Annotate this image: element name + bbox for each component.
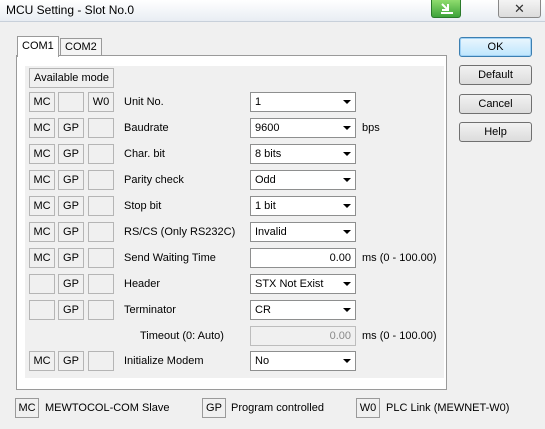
help-button[interactable]: Help bbox=[459, 122, 532, 142]
mode-mc: MC bbox=[29, 196, 55, 216]
mode-mc: MC bbox=[29, 248, 55, 268]
mode-w0 bbox=[88, 196, 114, 216]
mode-mc: MC bbox=[29, 170, 55, 190]
legend-mc-code: MC bbox=[15, 398, 39, 418]
parity-check-value: Odd bbox=[255, 174, 276, 186]
unit-no-label: Unit No. bbox=[124, 96, 164, 108]
baudrate-unit: bps bbox=[362, 122, 380, 134]
title-bar: MCU Setting - Slot No.0 ✕ bbox=[0, 0, 545, 22]
mode-w0 bbox=[88, 144, 114, 164]
mode-w0 bbox=[88, 300, 114, 320]
initialize-modem-value: No bbox=[255, 355, 270, 367]
chevron-down-icon bbox=[343, 152, 351, 156]
chevron-down-icon bbox=[343, 359, 351, 363]
mode-w0 bbox=[88, 351, 114, 371]
terminator-label: Terminator bbox=[124, 304, 176, 316]
chevron-down-icon bbox=[343, 126, 351, 130]
header-label: Header bbox=[124, 278, 161, 290]
parity-check-select[interactable]: Odd bbox=[250, 170, 356, 190]
legend-gp-text: Program controlled bbox=[231, 402, 324, 414]
mode-w0 bbox=[88, 222, 114, 242]
header-select[interactable]: STX Not Exist bbox=[250, 274, 356, 294]
timeout-input: 0.00 bbox=[250, 326, 356, 346]
mcu-setting-dialog: MCU Setting - Slot No.0 ✕ COM1 COM2 Avai… bbox=[0, 0, 545, 429]
unit-no-value: 1 bbox=[255, 96, 262, 108]
mode-gp: GP bbox=[58, 170, 84, 190]
chevron-down-icon bbox=[343, 282, 351, 286]
initialize-modem-label: Initialize Modem bbox=[124, 355, 204, 367]
tab-com1[interactable]: COM1 bbox=[17, 36, 59, 57]
mode-w0 bbox=[88, 274, 114, 294]
mode-gp: GP bbox=[58, 196, 84, 216]
legend-mc-text: MEWTOCOL-COM Slave bbox=[45, 402, 170, 414]
terminator-value: CR bbox=[255, 304, 271, 316]
unit-no-select[interactable]: 1 bbox=[250, 92, 356, 112]
mode-gp: GP bbox=[58, 118, 84, 138]
mode-gp: GP bbox=[58, 222, 84, 242]
send-waiting-time-unit: ms (0 - 100.00) bbox=[362, 252, 437, 264]
minimize-icon bbox=[441, 3, 453, 14]
parity-check-label: Parity check bbox=[124, 174, 184, 186]
legend-w0-code: W0 bbox=[356, 398, 380, 418]
close-icon: ✕ bbox=[514, 1, 525, 16]
rs-cs-value: Invalid bbox=[255, 226, 287, 238]
legend-gp-code: GP bbox=[202, 398, 226, 418]
send-waiting-time-label: Send Waiting Time bbox=[124, 252, 216, 264]
initialize-modem-select[interactable]: No bbox=[250, 351, 356, 371]
mode-mc: MC bbox=[29, 118, 55, 138]
header-value: STX Not Exist bbox=[255, 278, 324, 290]
mode-gp: GP bbox=[58, 274, 84, 294]
char-bit-label: Char. bit bbox=[124, 148, 165, 160]
mode-gp: GP bbox=[58, 300, 84, 320]
chevron-down-icon bbox=[343, 100, 351, 104]
rs-cs-label: RS/CS (Only RS232C) bbox=[124, 226, 236, 238]
mode-mc bbox=[29, 300, 55, 320]
mode-w0 bbox=[88, 248, 114, 268]
mode-gp: GP bbox=[58, 351, 84, 371]
legend-w0-text: PLC Link (MEWNET-W0) bbox=[386, 402, 510, 414]
available-mode-header: Available mode bbox=[29, 68, 114, 88]
tab-com2[interactable]: COM2 bbox=[60, 38, 102, 56]
mode-w0 bbox=[88, 170, 114, 190]
terminator-select[interactable]: CR bbox=[250, 300, 356, 320]
mode-w0: W0 bbox=[88, 92, 114, 112]
chevron-down-icon bbox=[343, 204, 351, 208]
default-button[interactable]: Default bbox=[459, 65, 532, 85]
char-bit-select[interactable]: 8 bits bbox=[250, 144, 356, 164]
baudrate-value: 9600 bbox=[255, 122, 280, 134]
chevron-down-icon bbox=[343, 308, 351, 312]
mode-mc: MC bbox=[29, 222, 55, 242]
baudrate-select[interactable]: 9600 bbox=[250, 118, 356, 138]
close-button[interactable]: ✕ bbox=[498, 0, 541, 18]
stop-bit-label: Stop bit bbox=[124, 200, 162, 212]
mode-gp bbox=[58, 92, 84, 112]
stop-bit-value: 1 bit bbox=[255, 200, 276, 212]
rs-cs-select[interactable]: Invalid bbox=[250, 222, 356, 242]
mode-gp: GP bbox=[58, 248, 84, 268]
mode-mc: MC bbox=[29, 144, 55, 164]
timeout-label: Timeout (0: Auto) bbox=[140, 330, 224, 342]
ok-button[interactable]: OK bbox=[459, 37, 532, 57]
mode-w0 bbox=[88, 118, 114, 138]
chevron-down-icon bbox=[343, 230, 351, 234]
cancel-button[interactable]: Cancel bbox=[459, 94, 532, 114]
chevron-down-icon bbox=[343, 178, 351, 182]
minimize-button[interactable] bbox=[431, 0, 461, 18]
send-waiting-time-input[interactable]: 0.00 bbox=[250, 248, 356, 268]
mode-mc: MC bbox=[29, 351, 55, 371]
stop-bit-select[interactable]: 1 bit bbox=[250, 196, 356, 216]
baudrate-label: Baudrate bbox=[124, 122, 169, 134]
window-title: MCU Setting - Slot No.0 bbox=[6, 3, 135, 17]
mode-gp: GP bbox=[58, 144, 84, 164]
mode-mc bbox=[29, 274, 55, 294]
char-bit-value: 8 bits bbox=[255, 148, 282, 160]
mode-mc: MC bbox=[29, 92, 55, 112]
timeout-unit: ms (0 - 100.00) bbox=[362, 330, 437, 342]
